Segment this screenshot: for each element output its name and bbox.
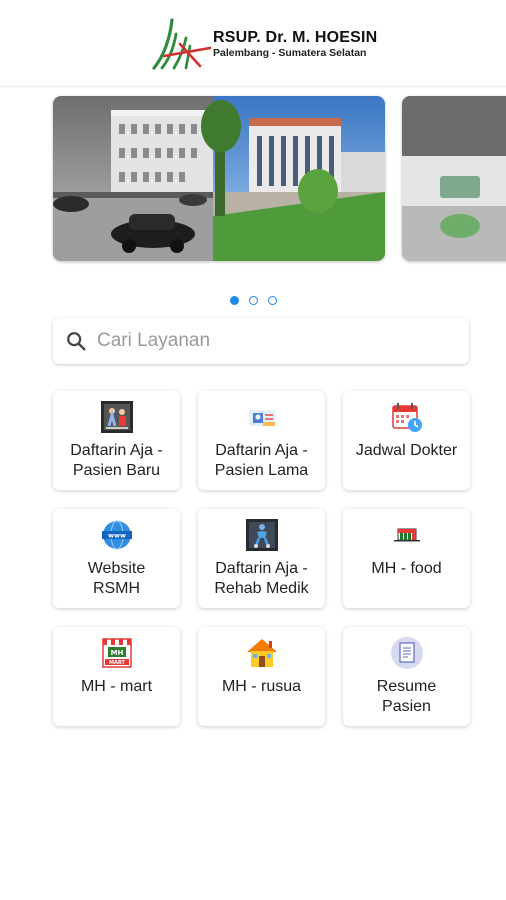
- service-label: MH - food: [371, 560, 442, 577]
- house-icon: [244, 635, 280, 671]
- image-carousel[interactable]: [0, 92, 506, 267]
- service-label: Jadwal Dokter: [355, 442, 458, 459]
- carousel-slide-hospital-building[interactable]: [53, 96, 385, 261]
- search-input[interactable]: [97, 330, 427, 352]
- carousel-slide-hospital-interior[interactable]: [402, 96, 506, 261]
- service-label: MH - rusua: [221, 678, 302, 695]
- services-grid: Daftarin Aja - Pasien Baru Daftarin Aja …: [53, 391, 470, 726]
- carousel-dot-1[interactable]: [229, 296, 239, 305]
- rehab-icon: [244, 517, 280, 553]
- hospital-name: RSUP. Dr. M. HOESIN: [213, 29, 378, 46]
- service-card-resume-pasien[interactable]: Resume Pasien: [343, 627, 470, 726]
- service-label: Daftarin Aja - Pasien Lama: [214, 442, 309, 479]
- svg-text:www: www: [107, 532, 125, 540]
- service-card-jadwal-dokter[interactable]: Jadwal Dokter: [343, 391, 470, 490]
- hospital-location: Palembang - Sumatera Selatan: [213, 47, 367, 59]
- service-card-website-rsmh[interactable]: www Website RSMH: [53, 509, 180, 608]
- food-store-icon: [389, 517, 425, 553]
- calendar-icon: [389, 399, 425, 435]
- search-icon: [67, 332, 86, 351]
- service-label: Website RSMH: [87, 560, 146, 597]
- document-icon: [389, 635, 425, 671]
- service-label: Daftarin Aja - Pasien Baru: [70, 442, 163, 479]
- service-card-daftarin-pasien-baru[interactable]: Daftarin Aja - Pasien Baru: [53, 391, 180, 490]
- search-bar[interactable]: [53, 318, 469, 364]
- service-card-mh-mart[interactable]: MH MART MH - mart: [53, 627, 180, 726]
- service-label: Daftarin Aja - Rehab Medik: [214, 560, 309, 597]
- service-card-daftarin-rehab-medik[interactable]: Daftarin Aja - Rehab Medik: [198, 509, 325, 608]
- service-card-mh-rusua[interactable]: MH - rusua: [198, 627, 325, 726]
- svg-text:MART: MART: [109, 660, 125, 666]
- service-card-daftarin-pasien-lama[interactable]: Daftarin Aja - Pasien Lama: [198, 391, 325, 490]
- returning-patient-icon: [244, 399, 280, 435]
- www-globe-icon: www: [99, 517, 135, 553]
- service-card-mh-food[interactable]: MH - food: [343, 509, 470, 608]
- carousel-pagination: [0, 296, 506, 305]
- carousel-dot-3[interactable]: [267, 296, 277, 305]
- header-divider: [0, 86, 506, 87]
- service-label: MH - mart: [80, 678, 153, 695]
- new-patient-icon: [99, 399, 135, 435]
- svg-text:MH: MH: [110, 649, 123, 657]
- mart-store-icon: MH MART: [99, 635, 135, 671]
- hospital-logo: [152, 18, 212, 70]
- app-header: RSUP. Dr. M. HOESIN Palembang - Sumatera…: [0, 0, 506, 86]
- service-label: Resume Pasien: [376, 678, 437, 715]
- carousel-dot-2[interactable]: [248, 296, 258, 305]
